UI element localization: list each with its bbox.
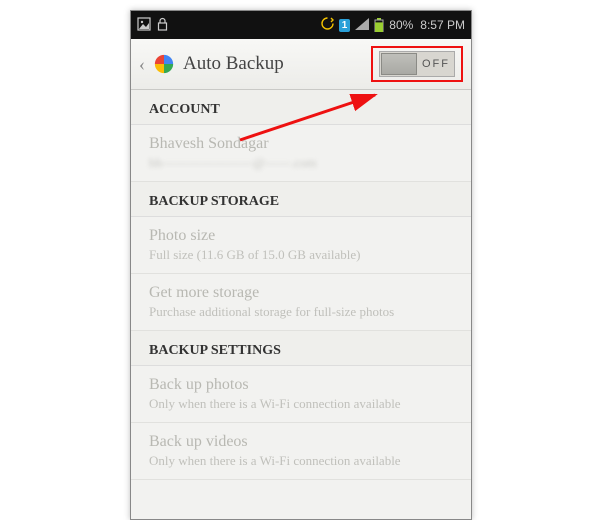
backup-videos-sub: Only when there is a Wi-Fi connection av… (149, 453, 453, 469)
photo-size-item[interactable]: Photo size Full size (11.6 GB of 15.0 GB… (131, 217, 471, 274)
google-photos-icon (153, 53, 175, 75)
get-more-storage-item[interactable]: Get more storage Purchase additional sto… (131, 274, 471, 331)
photo-size-sub: Full size (11.6 GB of 15.0 GB available) (149, 247, 453, 263)
backup-photos-sub: Only when there is a Wi-Fi connection av… (149, 396, 453, 412)
toggle-highlight-box: OFF (371, 46, 463, 82)
battery-icon (374, 18, 384, 32)
section-header-settings: BACKUP SETTINGS (131, 331, 471, 366)
account-email: bh———————@——.com (149, 155, 453, 171)
toggle-state-label: OFF (422, 58, 450, 70)
app-header: ‹ Auto Backup OFF (131, 39, 471, 90)
auto-backup-toggle[interactable]: OFF (379, 51, 455, 77)
get-more-title: Get more storage (149, 284, 453, 302)
backup-videos-title: Back up videos (149, 433, 453, 451)
signal-icon (355, 18, 369, 33)
sync-icon (321, 17, 334, 33)
toggle-thumb (381, 53, 417, 75)
backup-photos-item[interactable]: Back up photos Only when there is a Wi-F… (131, 366, 471, 423)
account-item[interactable]: Bhavesh Sondagar bh———————@——.com (131, 125, 471, 182)
backup-photos-title: Back up photos (149, 376, 453, 394)
section-header-storage: BACKUP STORAGE (131, 182, 471, 217)
lock-icon (157, 17, 168, 34)
backup-videos-item[interactable]: Back up videos Only when there is a Wi-F… (131, 423, 471, 480)
sim-badge: 1 (339, 19, 351, 32)
back-button[interactable]: ‹ (139, 54, 145, 75)
get-more-sub: Purchase additional storage for full-siz… (149, 304, 453, 320)
clock-text: 8:57 PM (420, 18, 465, 32)
phone-frame: 1 80% 8:57 PM ‹ Auto Backup OF (130, 10, 472, 520)
battery-percent: 80% (389, 18, 413, 32)
page-title: Auto Backup (183, 53, 363, 75)
photo-size-title: Photo size (149, 227, 453, 245)
status-bar: 1 80% 8:57 PM (131, 11, 471, 39)
section-header-account: ACCOUNT (131, 90, 471, 125)
account-name: Bhavesh Sondagar (149, 135, 453, 153)
image-icon (137, 17, 151, 34)
